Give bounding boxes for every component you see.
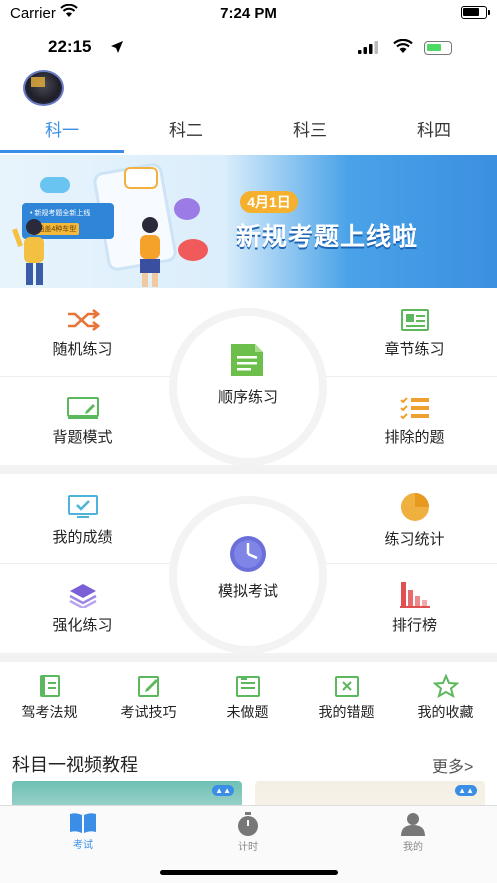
checklist-icon <box>399 397 429 420</box>
truck-bubble-icon <box>124 167 158 189</box>
quick-links-row: 驾考法规 考试技巧 未做题 我的错题 我的收藏 <box>0 674 497 728</box>
section-divider <box>0 653 497 662</box>
video-section-title: 科目一视频教程 <box>12 755 138 775</box>
inner-clock: 22:15 <box>48 37 92 56</box>
banner-headline: 新规考题上线啦 <box>236 223 419 251</box>
video-logo-icon: ▲▲ <box>455 785 477 796</box>
open-book-icon <box>70 813 96 833</box>
location-arrow-icon <box>111 41 123 53</box>
book-icon <box>39 675 60 697</box>
signal-icon <box>358 41 378 54</box>
excluded-questions-label: 排除的题 <box>384 429 445 446</box>
memorize-icon <box>66 397 99 419</box>
bar-chart-icon <box>399 582 430 608</box>
mock-exam-label: 模拟考试 <box>217 583 278 600</box>
bus-bubble-icon <box>178 239 208 261</box>
stopwatch-icon <box>238 812 258 836</box>
person-icon <box>401 813 425 836</box>
promo-banner[interactable]: • 新规考题全新上线 • 涵盖4种车型 4月1日 新规考题上线啦 <box>0 155 497 288</box>
person-illustration-left <box>12 219 44 285</box>
pie-chart-icon <box>400 493 429 521</box>
edit-icon <box>137 676 159 697</box>
my-favorites-label: 我的收藏 <box>417 704 474 720</box>
unanswered-button[interactable]: 未做题 <box>198 674 297 722</box>
ranking-label: 排行榜 <box>391 617 437 634</box>
tab-subject-4[interactable]: 科四 <box>372 112 496 152</box>
star-icon <box>432 674 459 698</box>
tab-exam[interactable]: 考试 <box>23 812 143 851</box>
memorize-mode-label: 背题模式 <box>52 429 113 446</box>
tab-subject-3[interactable]: 科三 <box>248 112 372 152</box>
document-icon <box>231 344 263 376</box>
wifi-icon-2 <box>393 39 413 53</box>
motorcycle-bubble-icon <box>174 198 200 220</box>
outer-clock: 7:24 PM <box>220 5 277 22</box>
battery-icon <box>461 6 490 19</box>
random-practice-label: 随机练习 <box>52 341 113 358</box>
section-divider <box>0 465 497 474</box>
app-screen: Carrier 7:24 PM 22:15 科一 科二 科三 科四 • 新规考题… <box>0 0 497 883</box>
ranking-button[interactable]: 排行榜 <box>332 580 497 635</box>
tab-timer-label: 计时 <box>238 842 258 853</box>
my-scores-button[interactable]: 我的成绩 <box>0 494 165 547</box>
unanswered-label: 未做题 <box>226 704 269 720</box>
avatar[interactable] <box>23 70 64 106</box>
tab-subject-2[interactable]: 科二 <box>124 112 248 152</box>
driving-rules-label: 驾考法规 <box>21 704 78 720</box>
my-scores-label: 我的成绩 <box>52 529 113 546</box>
tab-exam-label: 考试 <box>73 840 93 851</box>
battery-charging-icon <box>424 41 452 55</box>
car-bubble-icon <box>40 177 70 193</box>
my-mistakes-label: 我的错题 <box>318 704 375 720</box>
chapter-icon <box>400 309 429 331</box>
active-tab-indicator <box>0 150 124 153</box>
banner-date-badge: 4月1日 <box>240 191 298 213</box>
sequential-practice-button[interactable]: 顺序练习 <box>169 308 327 466</box>
practice-grid: 随机练习 章节练习 背题模式 排除的题 顺序练习 <box>0 288 497 473</box>
clock-icon <box>230 536 266 572</box>
sequential-practice-label: 顺序练习 <box>217 389 278 406</box>
exam-tips-button[interactable]: 考试技巧 <box>99 674 198 722</box>
tab-mine[interactable]: 我的 <box>353 812 473 853</box>
tab-subject-1[interactable]: 科一 <box>0 112 124 152</box>
person-illustration-right <box>140 217 160 287</box>
memorize-mode-button[interactable]: 背题模式 <box>0 396 165 447</box>
tab-mine-label: 我的 <box>403 842 423 853</box>
monitor-check-icon <box>67 495 98 518</box>
list-icon <box>235 676 260 697</box>
practice-stats-label: 练习统计 <box>384 531 445 548</box>
my-favorites-button[interactable]: 我的收藏 <box>396 674 495 722</box>
driving-rules-button[interactable]: 驾考法规 <box>0 674 99 722</box>
more-videos-link[interactable]: 更多> <box>432 753 473 777</box>
random-practice-button[interactable]: 随机练习 <box>0 308 165 359</box>
intensive-practice-button[interactable]: 强化练习 <box>0 582 165 635</box>
inner-status-bar: 22:15 <box>0 34 497 62</box>
layers-icon <box>68 584 97 608</box>
tab-timer[interactable]: 计时 <box>188 812 308 853</box>
chapter-practice-button[interactable]: 章节练习 <box>332 308 497 359</box>
x-box-icon <box>334 676 359 697</box>
mock-exam-button[interactable]: 模拟考试 <box>169 496 327 654</box>
my-mistakes-button[interactable]: 我的错题 <box>297 674 396 722</box>
shuffle-icon <box>67 308 100 332</box>
video-logo-icon: ▲▲ <box>212 785 234 796</box>
intensive-practice-label: 强化练习 <box>52 617 113 634</box>
practice-stats-button[interactable]: 练习统计 <box>332 492 497 549</box>
home-indicator[interactable] <box>160 870 338 875</box>
chapter-practice-label: 章节练习 <box>384 341 445 358</box>
exam-grid: 我的成绩 练习统计 强化练习 排行榜 模拟考试 <box>0 474 497 659</box>
excluded-questions-button[interactable]: 排除的题 <box>332 396 497 447</box>
exam-tips-label: 考试技巧 <box>120 704 177 720</box>
outer-status-bar: Carrier 7:24 PM <box>0 0 497 28</box>
subject-tabs: 科一 科二 科三 科四 <box>0 112 497 154</box>
